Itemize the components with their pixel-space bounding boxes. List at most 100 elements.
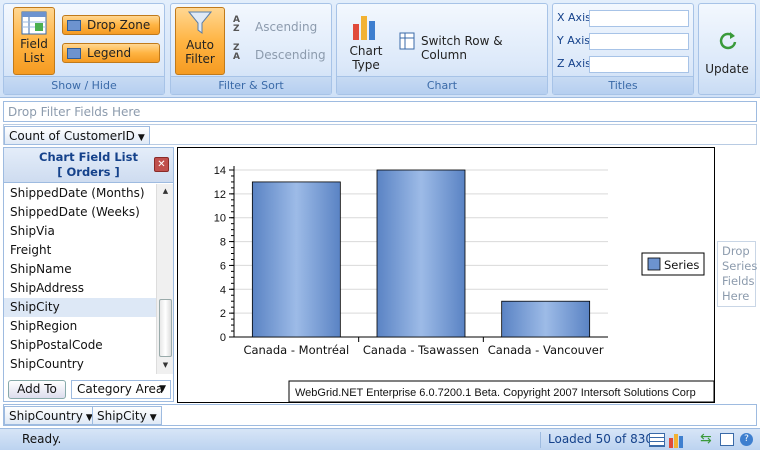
y-tick-label: 14 (214, 165, 226, 177)
scroll-down-icon[interactable]: ▼ (160, 361, 171, 371)
series-drop-zone[interactable]: Drop Series Fields Here (717, 241, 758, 307)
legend-label: Series (664, 258, 699, 272)
y-tick-label: 8 (220, 237, 226, 249)
field-item[interactable]: ShipVia (4, 222, 156, 241)
legend-button[interactable]: Legend (62, 43, 160, 63)
series-drop-placeholder: Drop Series Fields Here (722, 244, 758, 303)
y-tick-label: 12 (214, 189, 226, 201)
data-field-zone: Count of CustomerID ▼ (3, 124, 757, 145)
y-tick-label: 6 (220, 260, 226, 272)
ribbon: Field List Drop Zone Legend Show / Hide … (0, 0, 760, 98)
field-list-icon (21, 11, 47, 35)
refresh-icon (719, 32, 737, 50)
switch-row-column-icon (399, 32, 415, 50)
filter-sort-caption: Filter & Sort (171, 76, 331, 94)
category-field-pill[interactable]: ShipCity ▼ (92, 406, 162, 425)
y-axis-label: Y Axis (557, 34, 591, 47)
z-axis-input[interactable] (589, 56, 689, 73)
field-item[interactable]: ShipPostalCode (4, 336, 156, 355)
x-axis-label: X Axis (557, 11, 591, 24)
area-select[interactable]: Category Area ▼ (71, 380, 171, 399)
filter-drop-placeholder: Drop Filter Fields Here (8, 105, 141, 119)
export-icon[interactable] (720, 433, 734, 446)
data-field-label: Count of CustomerID (9, 129, 135, 143)
refresh-icon[interactable]: ⇆ (700, 431, 712, 447)
filter-drop-zone[interactable]: Drop Filter Fields Here (3, 101, 757, 122)
scroll-up-icon[interactable]: ▲ (160, 187, 171, 197)
add-to-button[interactable]: Add To (8, 380, 66, 399)
field-item[interactable]: ShipCountry (4, 355, 156, 374)
y-tick-label: 4 (220, 284, 226, 296)
x-tick-label: Canada - Vancouver (488, 343, 604, 357)
ascending-button[interactable]: Ascending (255, 20, 317, 34)
field-list-button[interactable]: Field List (13, 7, 55, 75)
y-tick-label: 0 (220, 332, 226, 344)
y-tick-label: 10 (214, 213, 226, 225)
chart-area: 0 2 4 6 8 10 12 14 Canada - Montréal Canada - Tsa… (177, 147, 715, 403)
legend-swatch (647, 257, 661, 271)
y-axis-input[interactable] (589, 33, 689, 50)
sort-ascending-icon: AZ (233, 15, 240, 34)
category-field-pill[interactable]: ShipCountry ▼ (4, 406, 98, 425)
bar (376, 169, 466, 338)
bar-chart: 0 2 4 6 8 10 12 14 Canada - Montréal Canada - Tsa… (214, 165, 715, 403)
grid-view-icon[interactable] (649, 433, 665, 447)
status-ready: Ready. (22, 432, 62, 446)
field-list-header: Chart Field List [ Orders ] ✕ (4, 148, 173, 183)
z-axis-row: Z Axis (557, 56, 691, 73)
category-field-zone: ShipCountry ▼ ShipCity ▼ (3, 404, 757, 426)
show-hide-caption: Show / Hide (4, 76, 164, 94)
drop-zone-icon (67, 20, 81, 31)
area-select-value: Category Area (77, 382, 164, 396)
field-list-items: ShippedDate (Months) ShippedDate (Weeks)… (4, 184, 156, 374)
help-icon[interactable]: ? (740, 433, 753, 446)
field-list-subtitle: [ Orders ] (57, 165, 120, 179)
field-list-title: Chart Field List (39, 150, 138, 164)
funnel-icon (188, 11, 212, 34)
bar (251, 181, 341, 338)
copyright-text: WebGrid.NET Enterprise 6.0.7200.1 Beta. … (295, 387, 696, 399)
y-tick-label: 2 (220, 308, 226, 320)
data-field-pill[interactable]: Count of CustomerID ▼ (4, 126, 150, 145)
field-list-label: Field List (20, 37, 48, 65)
chevron-down-icon: ▼ (149, 413, 157, 423)
field-item[interactable]: Freight (4, 241, 156, 260)
chart-type-icon (353, 16, 375, 40)
descending-button[interactable]: Descending (255, 48, 326, 62)
drop-zone-button[interactable]: Drop Zone (62, 15, 160, 35)
status-divider (540, 432, 541, 448)
filter-sort-group: Auto Filter AZ Ascending ZA Descending F… (170, 3, 332, 95)
field-item[interactable]: ShippedDate (Months) (4, 184, 156, 203)
chevron-down-icon: ▼ (137, 133, 145, 143)
y-axis-row: Y Axis (557, 33, 691, 50)
field-list-scrollbar[interactable]: ▲ ▼ (156, 184, 173, 374)
field-list-panel: Chart Field List [ Orders ] ✕ ShippedDat… (3, 147, 174, 402)
x-tick-label: Canada - Montréal (243, 343, 349, 357)
chart-group: Chart Type Switch Row & Column Chart (336, 3, 548, 95)
chart-view-icon[interactable] (668, 432, 686, 448)
status-bar: Ready. Loaded 50 of 830 ⇆ ? (0, 428, 760, 450)
chart-caption: Chart (337, 76, 547, 94)
category-field-label: ShipCity (97, 409, 147, 423)
auto-filter-button[interactable]: Auto Filter (175, 7, 225, 75)
drop-zone-label: Drop Zone (87, 18, 151, 32)
chart-type-button[interactable]: Chart Type (347, 44, 385, 72)
switch-row-column-button[interactable]: Switch Row & Column (421, 34, 547, 62)
x-axis-input[interactable] (589, 10, 689, 27)
auto-filter-label: Auto Filter (185, 38, 215, 66)
field-item[interactable]: ShipRegion (4, 317, 156, 336)
legend-label: Legend (87, 46, 132, 60)
legend-icon (67, 48, 81, 59)
chevron-down-icon: ▼ (159, 384, 166, 394)
sort-descending-icon: ZA (233, 43, 240, 62)
field-item[interactable]: ShipName (4, 260, 156, 279)
category-field-label: ShipCountry (9, 409, 83, 423)
x-axis-row: X Axis (557, 10, 691, 27)
update-label: Update (705, 62, 749, 76)
close-icon[interactable]: ✕ (154, 157, 169, 172)
field-item-selected[interactable]: ShipCity (4, 298, 156, 317)
update-button[interactable]: Update (698, 3, 756, 95)
scrollbar-thumb[interactable] (159, 299, 172, 357)
field-item[interactable]: ShippedDate (Weeks) (4, 203, 156, 222)
field-item[interactable]: ShipAddress (4, 279, 156, 298)
